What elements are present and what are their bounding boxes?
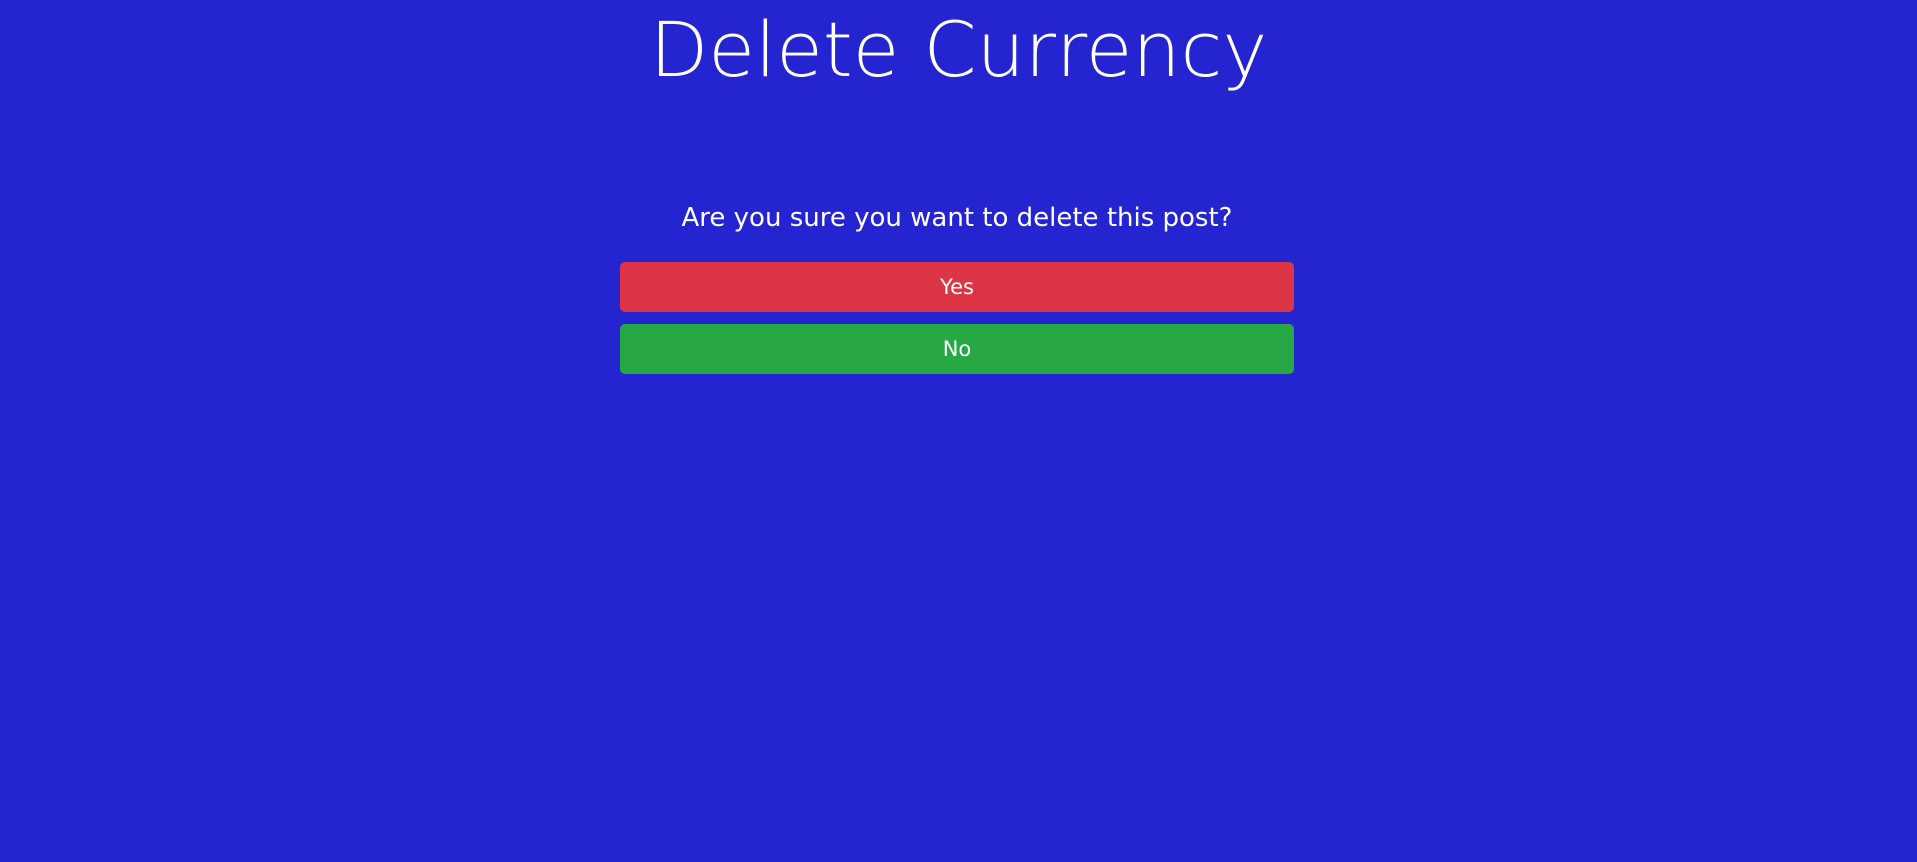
delete-confirmation: Are you sure you want to delete this pos… (620, 196, 1294, 386)
yes-button[interactable]: Yes (620, 262, 1294, 312)
confirmation-question: Are you sure you want to delete this pos… (681, 203, 1233, 233)
page-title: Delete Currency (649, 5, 1268, 94)
no-button[interactable]: No (620, 324, 1294, 374)
delete-currency-page: Delete Currency Are you sure you want to… (0, 0, 1917, 862)
